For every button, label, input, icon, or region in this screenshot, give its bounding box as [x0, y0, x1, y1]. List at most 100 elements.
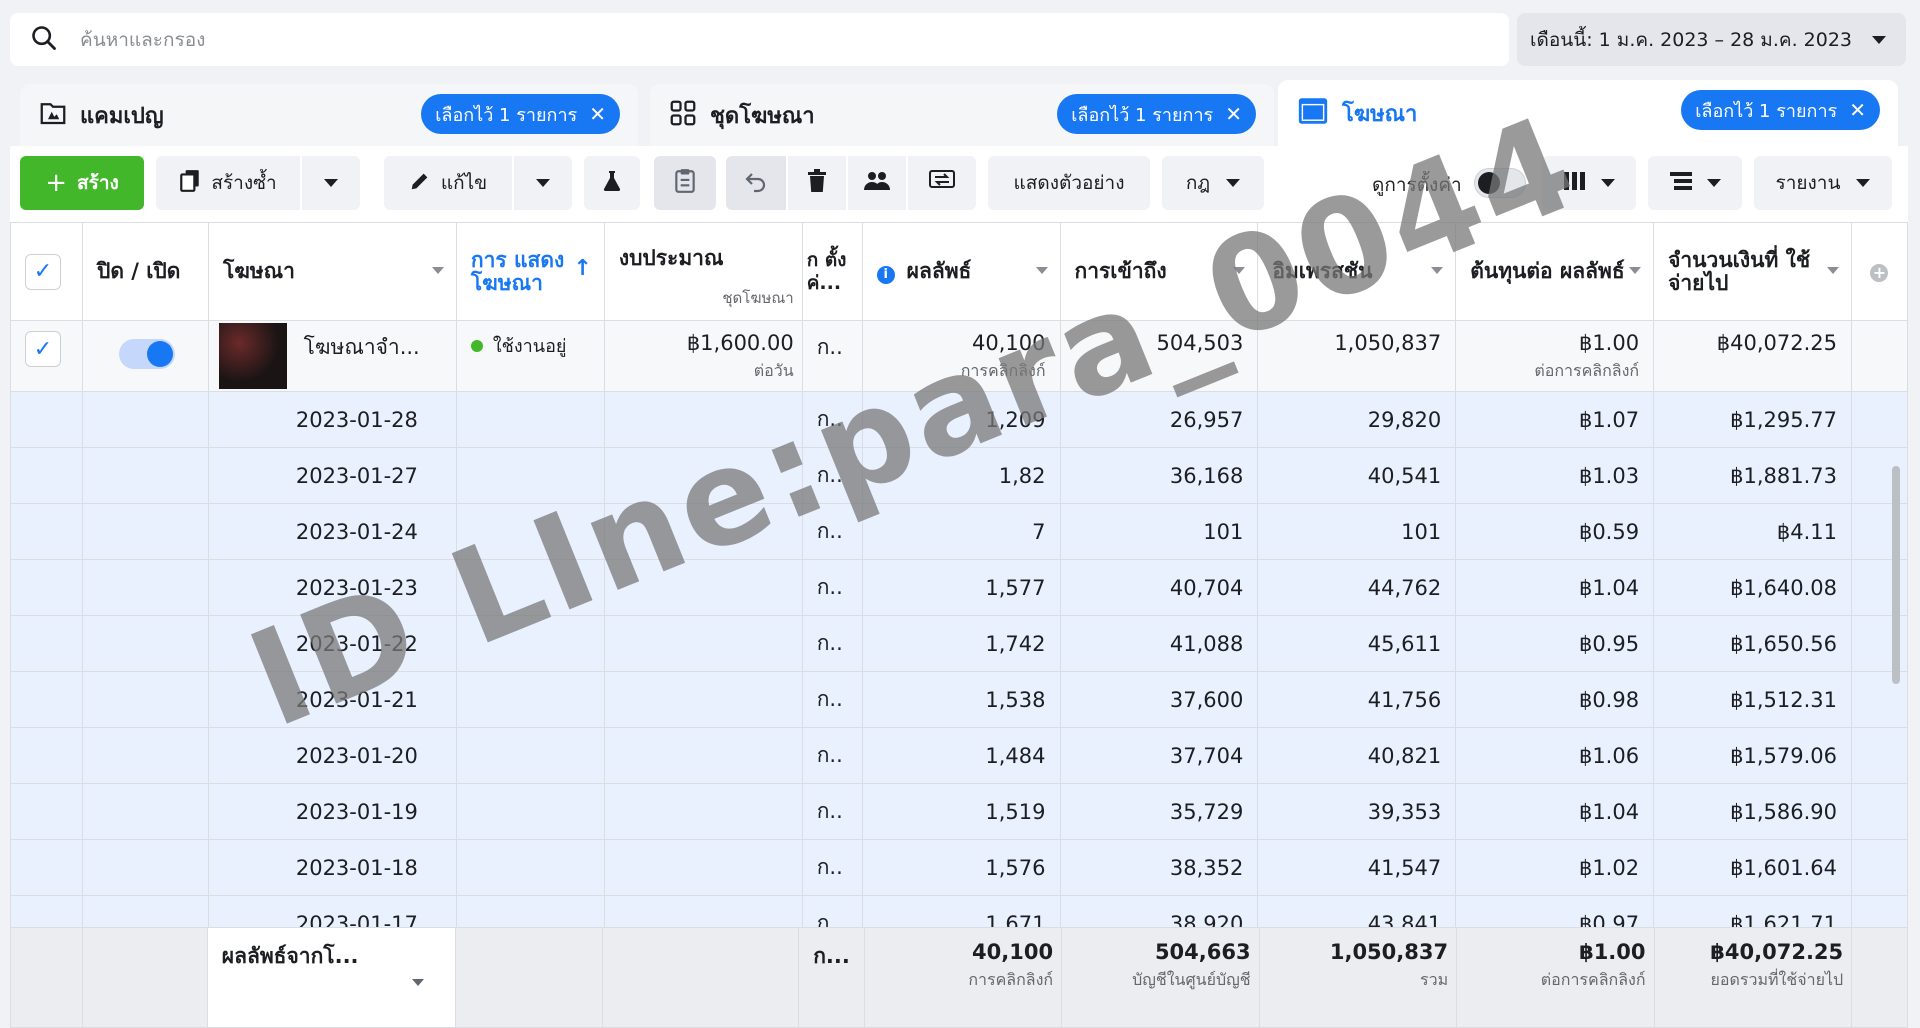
totals-spent-sub: ยอดรวมที่ใช้จ่ายไป [1710, 970, 1844, 989]
table-scrollbar[interactable] [1892, 466, 1900, 684]
row-budget-cell: ฿1,600.00 ต่อวัน [603, 320, 803, 392]
toolbar: + สร้าง สร้างซ้ำ แก้ไข แสดงตัวอย่าง กฎ ด… [10, 146, 1908, 222]
col-delivery[interactable]: การ แสดง โฆษณา ↑ [455, 222, 605, 321]
preview-label: แสดงตัวอย่าง [1013, 172, 1125, 194]
totals-label-cell[interactable]: ผลลัพธ์จากโ... [206, 927, 456, 1028]
audience-button[interactable] [848, 156, 906, 210]
day-cost: ฿1.04 [1455, 783, 1655, 840]
day-reach: 40,704 [1059, 559, 1259, 616]
sort-caret-icon [1629, 267, 1642, 274]
day-impressions: 40,821 [1257, 727, 1457, 784]
breakdown-button[interactable] [1648, 156, 1742, 210]
day-cost: ฿1.04 [1455, 559, 1655, 616]
table-row[interactable]: ✓ โฆษณาจำ... ใช้งานอยู่ ฿1,600.00 ต่อวัน [10, 320, 1908, 392]
col-spent[interactable]: จำนวนเงินที่ ใช้จ่ายไป [1653, 222, 1852, 321]
edit-dropdown[interactable] [514, 156, 572, 210]
pill-label: เลือกไว้ 1 รายการ [435, 104, 578, 126]
columns-button[interactable] [1542, 156, 1636, 210]
add-column-icon[interactable]: + [1870, 264, 1889, 282]
reports-button[interactable]: รายงาน [1754, 156, 1892, 210]
search-bar[interactable] [10, 13, 1509, 66]
table-row[interactable]: 2023-01-19 ก.. 1,519 35,729 39,353 ฿1.04 ฿1,58… [10, 783, 1908, 840]
search-input[interactable] [78, 27, 1382, 52]
tab-adsets[interactable]: ชุดโฆษณา เลือกไว้ 1 รายการ ✕ [650, 84, 1274, 146]
day-reach: 41,088 [1059, 615, 1259, 672]
table-row[interactable]: 2023-01-23 ก.. 1,577 40,704 44,762 ฿1.04 ฿1,64… [10, 559, 1908, 616]
close-icon[interactable]: ✕ [589, 102, 606, 126]
clipboard-button[interactable] [654, 156, 716, 210]
duplicate-dropdown[interactable] [302, 156, 360, 210]
view-setup-toggle[interactable] [1474, 168, 1526, 198]
col-impressions[interactable]: อิมเพรสชัน [1257, 222, 1457, 321]
day-blank [1850, 727, 1908, 784]
day-blank [603, 671, 803, 728]
col-budget-sub: ชุดโฆษณา [722, 289, 794, 307]
trash-icon [806, 168, 828, 198]
col-onoff[interactable]: ปิด / เปิด [81, 222, 209, 321]
select-all-checkbox[interactable]: ✓ [25, 253, 61, 290]
selection-pill[interactable]: เลือกไว้ 1 รายการ ✕ [1057, 94, 1256, 134]
add-column-cell[interactable]: + [1850, 222, 1908, 321]
col-spent-label: จำนวนเงินที่ ใช้จ่ายไป [1668, 247, 1811, 295]
undo-button[interactable] [726, 156, 786, 210]
rules-button[interactable]: กฎ [1162, 156, 1264, 210]
day-blank [81, 783, 209, 840]
table-row[interactable]: 2023-01-20 ก.. 1,484 37,704 40,821 ฿1.06 ฿1,57… [10, 727, 1908, 784]
table-row[interactable]: 2023-01-27 ก.. 1,82 36,168 40,541 ฿1.03 ฿1,881… [10, 447, 1908, 504]
create-button[interactable]: + สร้าง [20, 156, 144, 210]
preview-button[interactable]: แสดงตัวอย่าง [988, 156, 1150, 210]
col-results[interactable]: i ผลลัพธ์ [861, 222, 1061, 321]
ab-test-button[interactable] [584, 156, 640, 210]
totals-blank [81, 927, 208, 1028]
ad-name[interactable]: โฆษณาจำ... [304, 335, 420, 359]
delete-button[interactable] [788, 156, 846, 210]
date-range-picker[interactable]: เดือนนี้: 1 ม.ค. 2023 – 28 ม.ค. 2023 [1517, 13, 1906, 66]
row-ad-cell[interactable]: โฆษณาจำ... [207, 320, 457, 392]
day-blank [455, 503, 605, 560]
table-row[interactable]: 2023-01-18 ก.. 1,576 38,352 41,547 ฿1.02 ฿1,60… [10, 839, 1908, 896]
ad-status-toggle[interactable] [118, 339, 175, 369]
day-blank [1850, 783, 1908, 840]
col-budget[interactable]: งบประมาณ ชุดโฆษณา [603, 222, 803, 321]
day-impressions: 39,353 [1257, 783, 1457, 840]
toggle-knob [146, 341, 173, 367]
day-blank [10, 559, 83, 616]
day-results: 1,209 [861, 391, 1061, 448]
table-row[interactable]: 2023-01-24 ก.. 7 101 101 ฿0.59 ฿4.11 [10, 503, 1908, 560]
tab-campaigns[interactable]: แคมเปญ เลือกไว้ 1 รายการ ✕ [20, 84, 638, 146]
table-row[interactable]: 2023-01-22 ก.. 1,742 41,088 45,611 ฿0.95 ฿1,65… [10, 615, 1908, 672]
day-impressions: 44,762 [1257, 559, 1457, 616]
close-icon[interactable]: ✕ [1849, 98, 1866, 122]
totals-blank [601, 927, 800, 1028]
plus-icon: + [45, 168, 68, 198]
col-cost[interactable]: ต้นทุนต่อ ผลลัพธ์ [1455, 222, 1655, 321]
day-blank [455, 783, 605, 840]
edit-button[interactable]: แก้ไข [384, 156, 512, 210]
selection-pill[interactable]: เลือกไว้ 1 รายการ ✕ [1681, 90, 1880, 130]
duplicate-button[interactable]: สร้างซ้ำ [156, 156, 300, 210]
tab-ads[interactable]: โฆษณา เลือกไว้ 1 รายการ ✕ [1278, 80, 1898, 146]
totals-impressions-sub: รวม [1419, 970, 1449, 989]
compare-icon [929, 169, 955, 198]
close-icon[interactable]: ✕ [1225, 102, 1242, 126]
col-ad[interactable]: โฆษณา [207, 222, 457, 321]
table-row[interactable]: 2023-01-28 ก.. 1,209 26,957 29,820 ฿1.07 ฿1,29… [10, 391, 1908, 448]
selection-pill[interactable]: เลือกไว้ 1 รายการ ✕ [421, 94, 620, 134]
col-reach[interactable]: การเข้าถึง [1059, 222, 1259, 321]
row-checkbox[interactable]: ✓ [25, 331, 61, 367]
day-blank [603, 391, 803, 448]
col-bid[interactable]: ก ตั้ง ค่... [801, 222, 863, 321]
day-blank [455, 671, 605, 728]
ads-table: ✓ ปิด / เปิด โฆษณา การ แสดง โฆษณา ↑ งบประ… [10, 222, 1908, 952]
day-date: 2023-01-18 [207, 839, 457, 896]
day-blank [81, 727, 209, 784]
results-sub: การคลิกลิงก์ [960, 361, 1046, 380]
col-results-label: ผลลัพธ์ [906, 258, 972, 283]
breakdown-icon [1669, 171, 1693, 196]
pencil-icon [409, 170, 431, 197]
table-row[interactable]: 2023-01-21 ก.. 1,538 37,600 41,756 ฿0.98 ฿1,51… [10, 671, 1908, 728]
compare-button[interactable] [908, 156, 976, 210]
col-impressions-label: อิมเพรสชัน [1272, 259, 1373, 283]
day-reach: 37,704 [1059, 727, 1259, 784]
view-setup-label: ดูการตั้งค่า [1372, 174, 1462, 196]
